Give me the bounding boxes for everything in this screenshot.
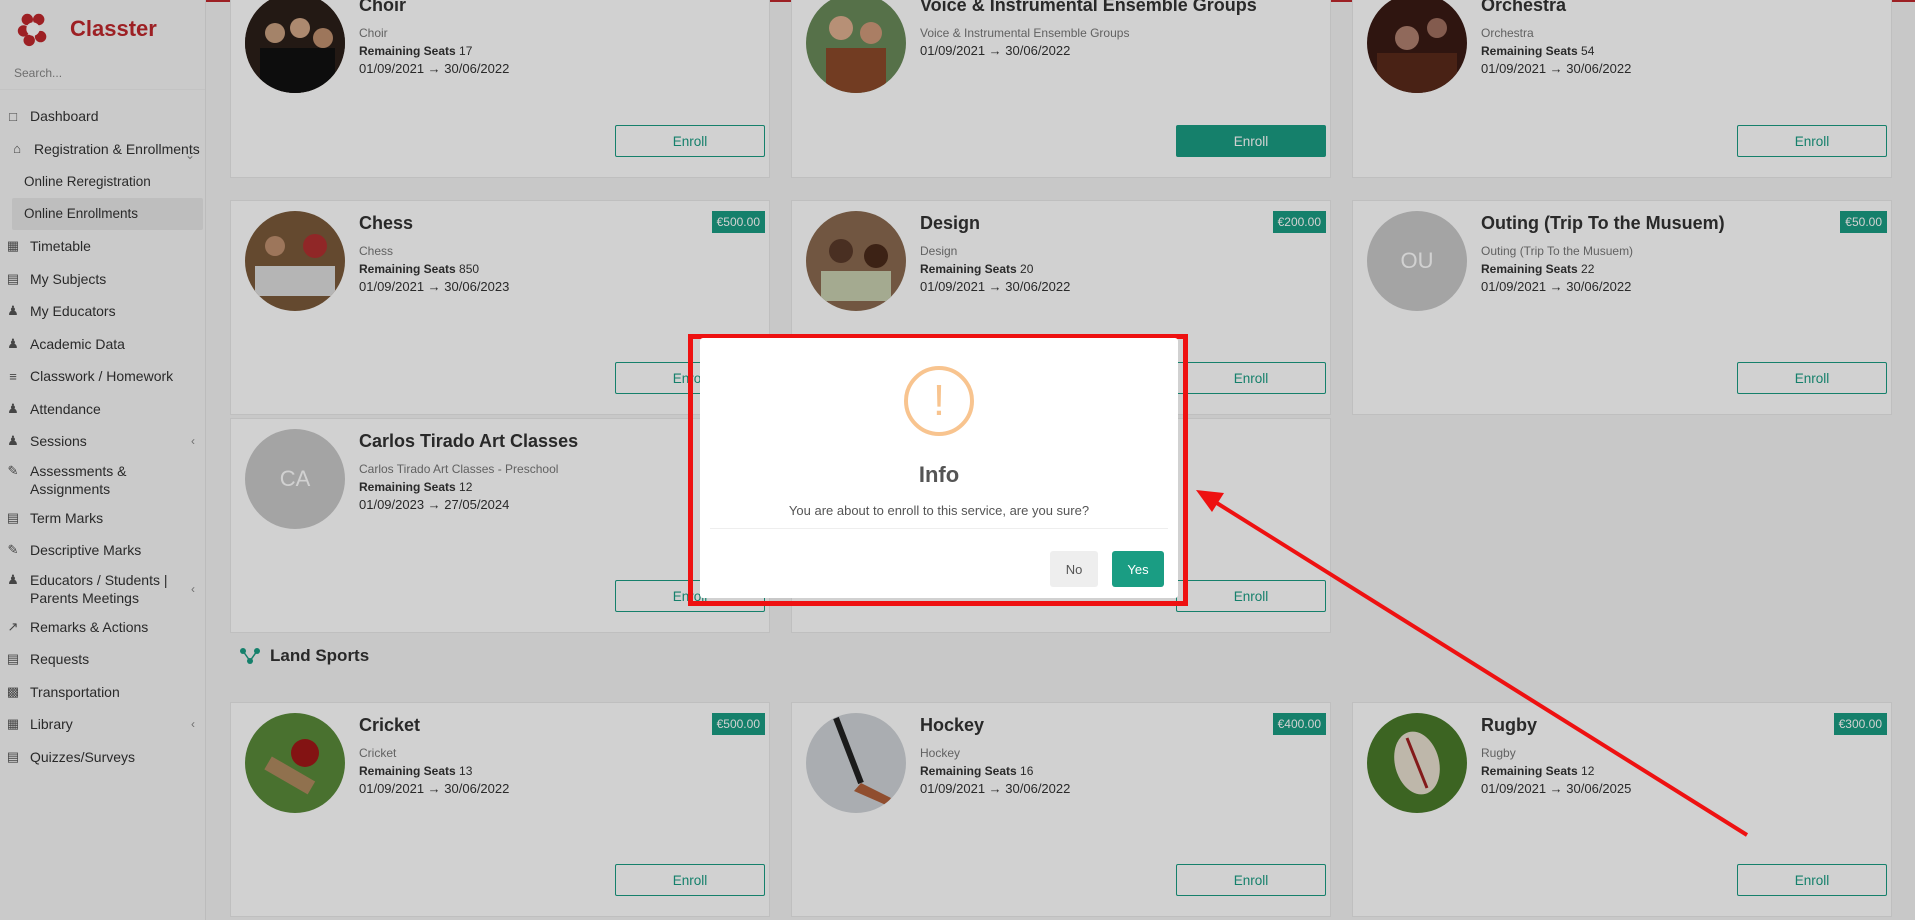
dialog-divider — [710, 528, 1168, 529]
yes-button[interactable]: Yes — [1112, 551, 1164, 587]
exclamation-icon: ! — [904, 366, 974, 436]
confirm-dialog: ! Info You are about to enroll to this s… — [700, 338, 1178, 598]
dialog-title: Info — [918, 462, 960, 487]
no-button[interactable]: No — [1050, 551, 1098, 587]
dialog-message: You are about to enroll to this service,… — [788, 503, 1090, 518]
